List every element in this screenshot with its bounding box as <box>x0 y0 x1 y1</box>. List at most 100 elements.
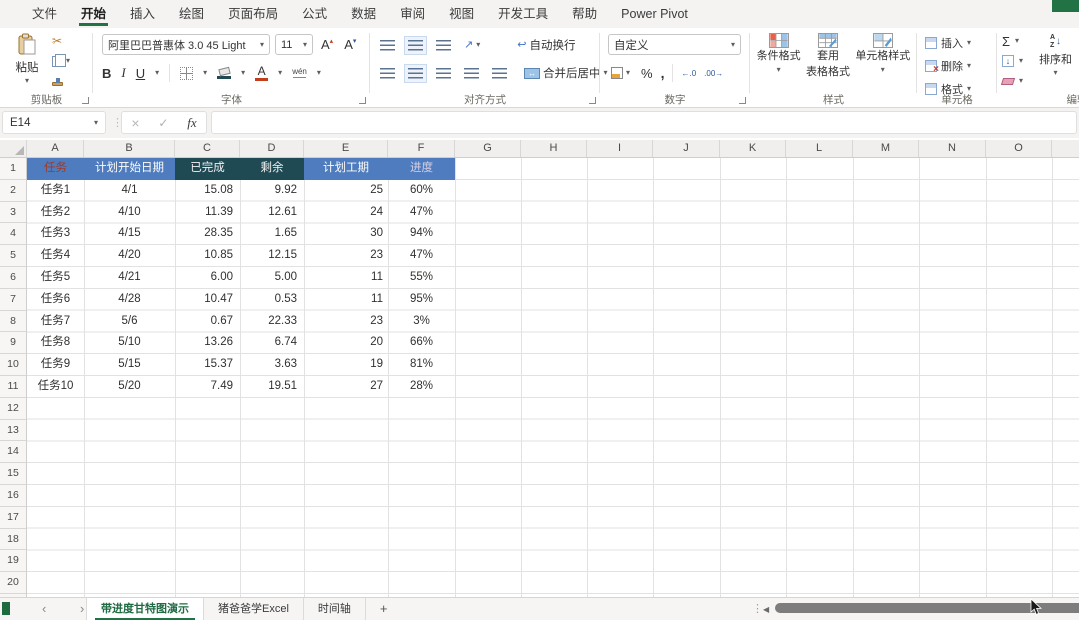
bottom-align-button[interactable] <box>433 37 454 54</box>
sheet-nav-left-icon[interactable]: ‹ <box>42 598 46 620</box>
row-header-4[interactable]: 4 <box>0 223 26 246</box>
cell[interactable]: 24 <box>304 202 388 224</box>
sheet-nav-right-icon[interactable]: › <box>80 598 84 620</box>
column-header-K[interactable]: K <box>720 140 786 157</box>
grow-font-button[interactable]: A ▴ <box>318 37 336 52</box>
cell[interactable]: 25 <box>304 180 388 202</box>
cell[interactable]: 13.26 <box>175 332 240 354</box>
paste-dropdown-icon[interactable]: ▾ <box>25 77 29 85</box>
cell[interactable]: 5.00 <box>240 267 304 289</box>
cell[interactable]: 23 <box>304 311 388 333</box>
row-header-2[interactable]: 2 <box>0 180 26 202</box>
format-painter-button[interactable] <box>52 74 63 88</box>
middle-align-button[interactable] <box>404 35 427 55</box>
cell[interactable]: 6.74 <box>240 332 304 354</box>
cancel-icon[interactable]: × <box>131 116 139 130</box>
cell[interactable]: 0.53 <box>240 289 304 311</box>
cell[interactable]: 4/20 <box>84 245 175 267</box>
cell[interactable]: 4/21 <box>84 267 175 289</box>
column-header-M[interactable]: M <box>853 140 919 157</box>
font-color-button[interactable]: A <box>255 65 269 81</box>
clear-button[interactable]: ▾ <box>1000 74 1023 88</box>
cell[interactable]: 任务10 <box>27 376 84 398</box>
row-header-6[interactable]: 6 <box>0 267 26 289</box>
row-header-14[interactable]: 14 <box>0 441 26 464</box>
cell[interactable]: 9.92 <box>240 180 304 202</box>
header-cell-progress[interactable]: 进度 <box>388 158 455 180</box>
cell[interactable]: 11.39 <box>175 202 240 224</box>
column-header-G[interactable]: G <box>455 140 521 157</box>
fill-color-button[interactable] <box>217 66 232 79</box>
menu-tab-view[interactable]: 视图 <box>437 0 486 28</box>
column-header-I[interactable]: I <box>587 140 653 157</box>
bold-button[interactable]: B <box>102 66 111 81</box>
cell[interactable]: 4/10 <box>84 202 175 224</box>
row-header-8[interactable]: 8 <box>0 311 26 333</box>
cell[interactable]: 12.61 <box>240 202 304 224</box>
name-box[interactable]: E14 ▾ <box>2 111 106 134</box>
menu-tab-formulas[interactable]: 公式 <box>290 0 339 28</box>
cell[interactable]: 7.49 <box>175 376 240 398</box>
cell[interactable]: 47% <box>388 202 455 224</box>
sheet-tab-timeline[interactable]: 时间轴 <box>304 598 366 620</box>
font-dialog-launcher[interactable] <box>359 97 366 104</box>
increase-decimal-button[interactable]: ←.0 <box>681 69 696 78</box>
phonetic-guide-button[interactable]: wén <box>292 68 307 78</box>
formula-input[interactable] <box>211 111 1077 134</box>
font-name-select[interactable]: 阿里巴巴普惠体 3.0 45 Light ▾ <box>102 34 270 55</box>
cell[interactable]: 3% <box>388 311 455 333</box>
fill-color-dropdown-icon[interactable]: ▾ <box>241 69 245 77</box>
column-header-B[interactable]: B <box>84 140 175 157</box>
sort-filter-button[interactable]: A Z ↓ 排序和 ▾ <box>1039 34 1072 77</box>
scroll-left-icon[interactable]: ◀ <box>763 605 769 614</box>
cell[interactable]: 27 <box>304 376 388 398</box>
select-all-corner[interactable] <box>0 140 27 157</box>
accounting-format-button[interactable]: ▾ <box>608 64 633 82</box>
cell[interactable]: 1.65 <box>240 223 304 245</box>
increase-indent-button[interactable] <box>489 65 510 82</box>
cell[interactable]: 94% <box>388 223 455 245</box>
cell[interactable]: 11 <box>304 267 388 289</box>
cell[interactable]: 5/6 <box>84 311 175 333</box>
phonetic-dropdown-icon[interactable]: ▾ <box>317 69 321 77</box>
row-header-1[interactable]: 1 <box>0 158 26 180</box>
row-header-7[interactable]: 7 <box>0 289 26 311</box>
cell[interactable]: 55% <box>388 267 455 289</box>
wrap-text-button[interactable]: ↩ 自动换行 <box>514 34 578 56</box>
menu-tab-file[interactable]: 文件 <box>20 0 69 28</box>
row-header-5[interactable]: 5 <box>0 245 26 267</box>
menu-tab-help[interactable]: 帮助 <box>560 0 609 28</box>
row-header-17[interactable]: 17 <box>0 507 26 529</box>
menu-tab-review[interactable]: 审阅 <box>388 0 437 28</box>
cell[interactable]: 5/10 <box>84 332 175 354</box>
column-header-C[interactable]: C <box>175 140 240 157</box>
top-align-button[interactable] <box>377 37 398 54</box>
column-header-H[interactable]: H <box>521 140 587 157</box>
number-format-select[interactable]: 自定义 ▾ <box>608 34 741 55</box>
cell[interactable]: 60% <box>388 180 455 202</box>
menu-tab-draw[interactable]: 绘图 <box>167 0 216 28</box>
cell[interactable]: 任务4 <box>27 245 84 267</box>
column-header-L[interactable]: L <box>786 140 853 157</box>
row-header-13[interactable]: 13 <box>0 420 26 442</box>
row-header-3[interactable]: 3 <box>0 202 26 224</box>
insert-function-icon[interactable]: fx <box>187 115 196 131</box>
header-cell-start-date[interactable]: 计划开始日期 <box>84 158 175 180</box>
menu-tab-power-pivot[interactable]: Power Pivot <box>609 0 700 28</box>
align-left-button[interactable] <box>377 65 398 82</box>
borders-icon[interactable] <box>180 66 194 80</box>
cell[interactable]: 23 <box>304 245 388 267</box>
cell[interactable]: 12.15 <box>240 245 304 267</box>
row-header-16[interactable]: 16 <box>0 485 26 507</box>
cell[interactable]: 任务2 <box>27 202 84 224</box>
autosum-button[interactable]: Σ ▾ <box>1002 34 1023 48</box>
cell[interactable]: 28.35 <box>175 223 240 245</box>
menu-tab-page-layout[interactable]: 页面布局 <box>216 0 290 28</box>
row-header-19[interactable]: 19 <box>0 550 26 573</box>
cell[interactable]: 66% <box>388 332 455 354</box>
cell[interactable]: 47% <box>388 245 455 267</box>
column-header-F[interactable]: F <box>388 140 455 157</box>
underline-button[interactable]: U <box>136 66 145 81</box>
borders-dropdown-icon[interactable]: ▾ <box>203 69 207 77</box>
row-header-11[interactable]: 11 <box>0 376 26 398</box>
